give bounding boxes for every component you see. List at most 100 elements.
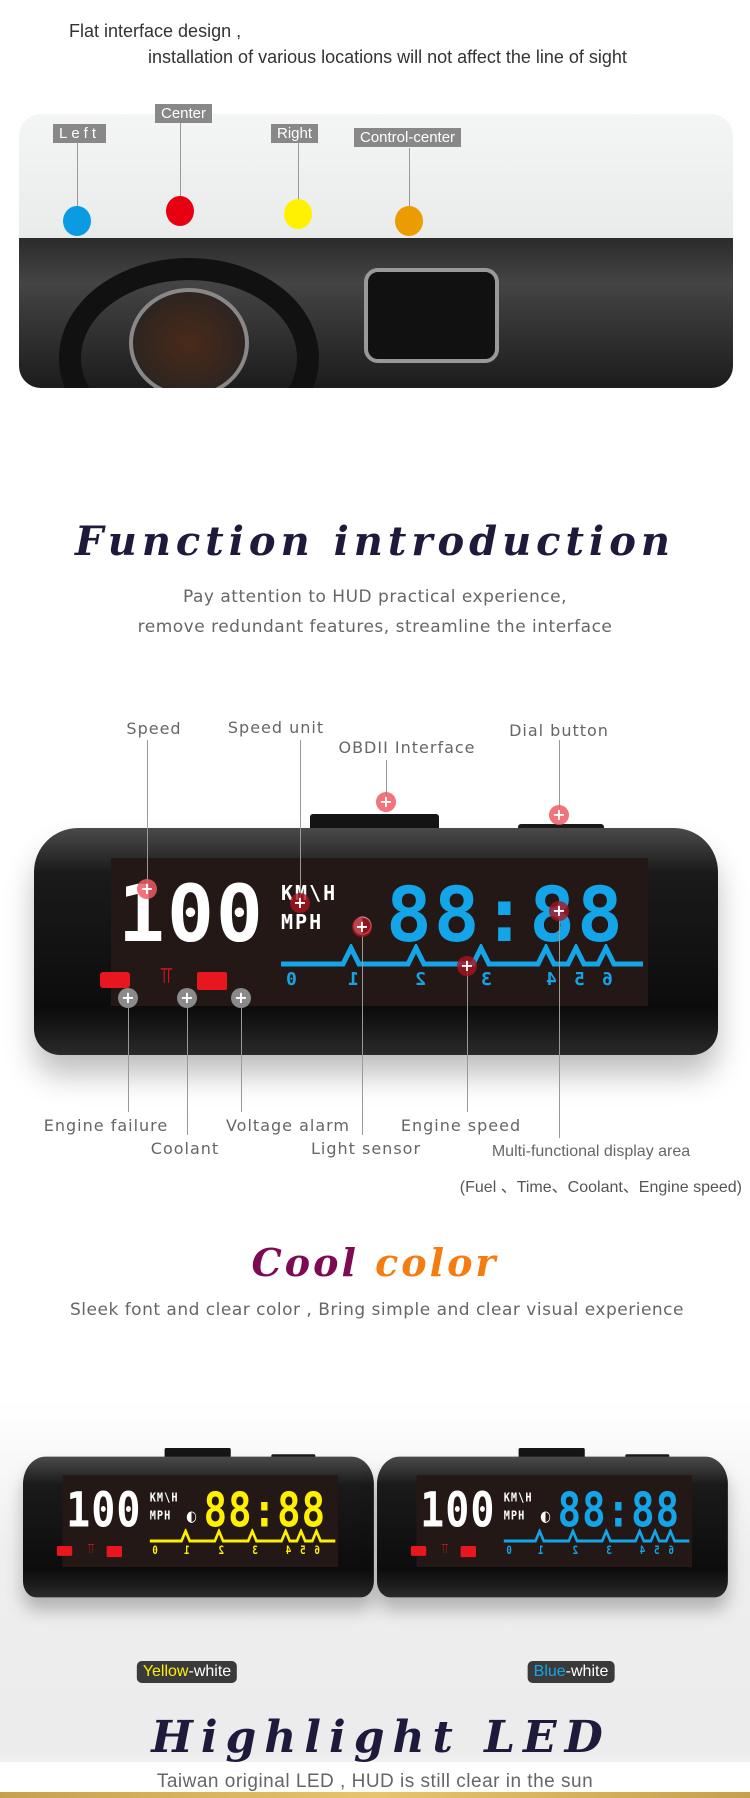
intro-line-2: installation of various locations will n… bbox=[148, 47, 627, 67]
position-dot-control-center bbox=[395, 206, 423, 236]
gold-strip bbox=[0, 1792, 750, 1798]
position-tag-control-center: Control-center bbox=[354, 128, 462, 147]
leader-line bbox=[362, 927, 363, 1135]
battery-icon bbox=[197, 972, 227, 990]
function-subtitle-1: Pay attention to HUD practical experienc… bbox=[183, 587, 567, 607]
battery-icon bbox=[106, 1545, 123, 1558]
label-voltage-alarm: Voltage alarm bbox=[225, 1116, 351, 1135]
rpm-label: 1 bbox=[346, 969, 359, 990]
plus-marker-icon: + bbox=[137, 879, 157, 899]
coolant-icon: ⫪ bbox=[160, 964, 173, 989]
position-tag-left: Left bbox=[53, 124, 107, 143]
leader-line bbox=[467, 966, 468, 1112]
label-engine-failure: Engine failure bbox=[43, 1116, 169, 1135]
rpm-label: 2 bbox=[413, 969, 426, 990]
speed-unit-kmh: KM\H bbox=[503, 1489, 533, 1505]
cool-color-title: Cool color bbox=[252, 1240, 499, 1285]
plus-marker-icon: + bbox=[231, 988, 251, 1008]
leader-line bbox=[300, 740, 301, 903]
plus-marker-icon: + bbox=[290, 893, 310, 913]
rpm-label: 6 bbox=[600, 969, 613, 990]
hud-device-diagram: 100KM\HMPH◐88:880123456⫪ bbox=[34, 814, 718, 1055]
dashboard bbox=[19, 238, 733, 388]
plus-marker-icon: + bbox=[352, 917, 372, 937]
rpm-label: 0 bbox=[505, 1544, 512, 1558]
leader-line bbox=[187, 998, 188, 1135]
label-engine-speed: Engine speed bbox=[400, 1116, 522, 1135]
leader-line bbox=[147, 740, 148, 889]
label-obd: OBDII Interface bbox=[338, 738, 476, 757]
hud-yellow-white: 100 KM\H MPH ◐ 88:88 0 1 2 3 4 5 6 ⫪ bbox=[23, 1448, 374, 1598]
badge-rest: -white bbox=[188, 1663, 232, 1680]
label-dial-button: Dial button bbox=[509, 721, 609, 740]
rpm-label: 5 bbox=[652, 1544, 660, 1558]
position-dot-left bbox=[63, 206, 91, 236]
rpm-label: 2 bbox=[571, 1544, 579, 1558]
label-multi-display-note: (Fuel 、Time、Coolant、Engine speed) bbox=[459, 1179, 742, 1196]
badge-blue-white: Blue-white bbox=[527, 1661, 615, 1683]
light-sensor-icon: ◐ bbox=[540, 1507, 551, 1525]
leader-line bbox=[241, 998, 242, 1112]
label-coolant: Coolant bbox=[150, 1139, 220, 1158]
speed-readout: 100 bbox=[420, 1482, 496, 1539]
position-dot-right bbox=[284, 199, 312, 229]
plus-marker-icon: + bbox=[549, 901, 569, 921]
rpm-label: 6 bbox=[313, 1544, 320, 1558]
function-title: Function introduction bbox=[75, 518, 675, 565]
rpm-label: 5 bbox=[572, 969, 585, 990]
rpm-wave bbox=[149, 1528, 336, 1543]
badge-yellow-white: Yellow-white bbox=[136, 1661, 238, 1683]
label-speed: Speed bbox=[126, 719, 182, 738]
position-tag-center: Center bbox=[155, 104, 213, 123]
highlight-led-subtitle: Taiwan original LED , HUD is still clear… bbox=[156, 1771, 594, 1792]
engine-failure-icon bbox=[56, 1545, 73, 1556]
speed-unit-mph: MPH bbox=[281, 910, 324, 934]
label-multi-display: Multi-functional display area bbox=[491, 1143, 691, 1160]
engine-failure-icon bbox=[100, 972, 130, 988]
badge-accent: Yellow bbox=[142, 1663, 189, 1680]
rpm-label: 0 bbox=[151, 1544, 158, 1558]
plus-marker-icon: + bbox=[177, 988, 197, 1008]
leader-line bbox=[128, 998, 129, 1112]
badge-rest: -white bbox=[565, 1663, 609, 1680]
plus-marker-icon: + bbox=[457, 956, 477, 976]
rpm-label: 1 bbox=[537, 1544, 544, 1558]
rpm-label: 4 bbox=[638, 1544, 646, 1558]
rpm-label: 1 bbox=[183, 1544, 190, 1558]
coolant-icon: ⫪ bbox=[87, 1541, 95, 1557]
plus-marker-icon: + bbox=[376, 792, 396, 812]
cool-word: Cool bbox=[251, 1240, 359, 1285]
label-speed-unit: Speed unit bbox=[227, 718, 325, 737]
intro-line-1: Flat interface design , bbox=[69, 21, 242, 41]
rpm-label: 4 bbox=[544, 969, 557, 990]
rpm-label: 3 bbox=[479, 969, 492, 990]
rpm-label: 0 bbox=[284, 969, 297, 990]
plus-marker-icon: + bbox=[118, 988, 138, 1008]
engine-failure-icon bbox=[410, 1545, 427, 1556]
light-sensor-icon: ◐ bbox=[186, 1507, 197, 1525]
speed-unit-mph: MPH bbox=[503, 1507, 526, 1523]
highlight-led-title: Highlight LED bbox=[151, 1712, 611, 1763]
rpm-label: 4 bbox=[284, 1544, 292, 1558]
car-dashboard-image bbox=[19, 114, 733, 388]
function-subtitle-2: remove redundant features, streamline th… bbox=[137, 617, 613, 637]
rpm-label: 3 bbox=[605, 1544, 612, 1558]
badge-accent: Blue bbox=[533, 1663, 566, 1680]
coolant-icon: ⫪ bbox=[441, 1541, 449, 1557]
color-word: color bbox=[375, 1240, 499, 1285]
rpm-label: 3 bbox=[251, 1544, 258, 1558]
cool-color-subtitle: Sleek font and clear color , Bring simpl… bbox=[70, 1300, 684, 1320]
position-dot-center bbox=[166, 196, 194, 226]
speed-unit-kmh: KM\H bbox=[149, 1489, 179, 1505]
rpm-label: 5 bbox=[298, 1544, 306, 1558]
rpm-label: 6 bbox=[667, 1544, 674, 1558]
rpm-wave bbox=[503, 1528, 690, 1543]
battery-icon bbox=[460, 1545, 477, 1558]
leader-line bbox=[559, 740, 560, 815]
speed-readout: 100 bbox=[66, 1482, 142, 1539]
speed-unit-mph: MPH bbox=[149, 1507, 172, 1523]
label-light-sensor: Light sensor bbox=[310, 1139, 422, 1158]
hud-blue-white: 100 KM\H MPH ◐ 88:88 0 1 2 3 4 5 6 ⫪ bbox=[377, 1448, 728, 1598]
rpm-label: 2 bbox=[217, 1544, 225, 1558]
position-tag-right: Right bbox=[271, 124, 319, 143]
